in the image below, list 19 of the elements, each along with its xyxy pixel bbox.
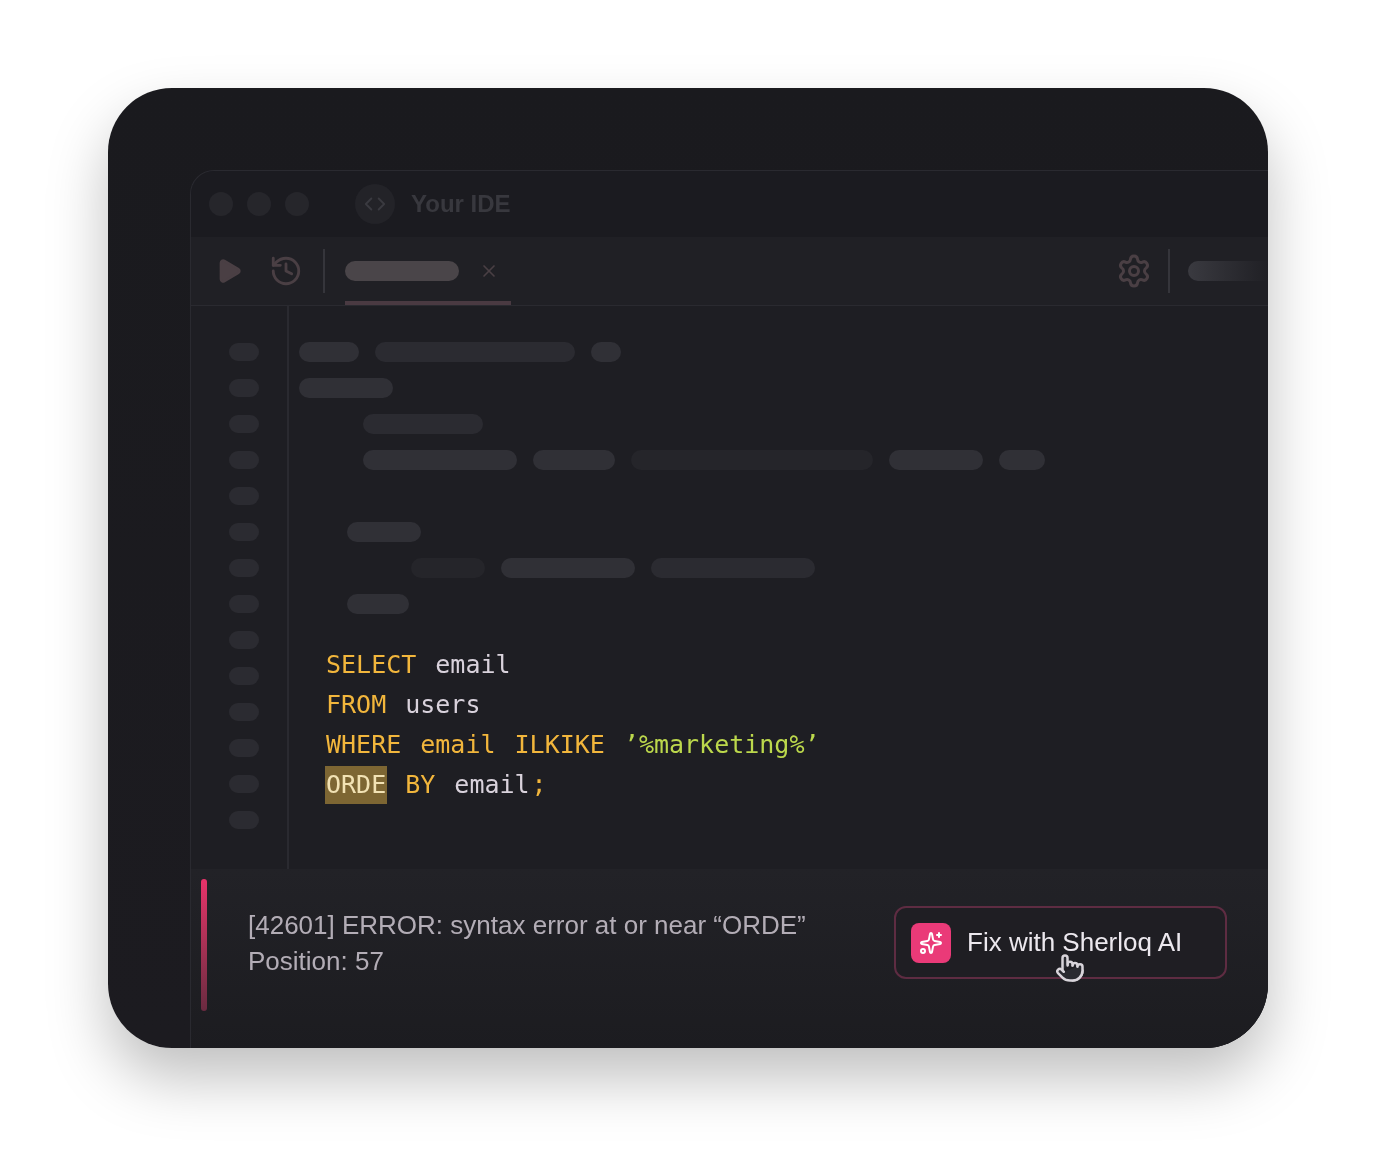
error-message: [42601] ERROR: syntax error at or near “ORDE” [248, 909, 806, 942]
fix-button[interactable]: Fix with Sherloq AI [894, 906, 1227, 979]
code-token: SELECT [325, 649, 418, 682]
code-token: ILKIKE [513, 729, 606, 762]
code-token: FROM [325, 689, 388, 722]
settings-icon[interactable] [1116, 253, 1152, 289]
sparkle-icon [911, 922, 951, 963]
error-highlight: ORDE [325, 766, 388, 804]
error-position: Position: 57 [248, 945, 385, 978]
code-icon [355, 184, 395, 224]
code-token: ; [530, 769, 548, 802]
history-icon[interactable] [269, 254, 303, 288]
code-token: ’%marketing%’ [622, 729, 821, 762]
code-token: email [434, 649, 512, 682]
code-token: email [453, 769, 531, 802]
code-token: email [419, 729, 497, 762]
code-token: WHERE [325, 729, 403, 762]
code-token: users [404, 689, 482, 722]
code-token: BY [404, 769, 437, 802]
